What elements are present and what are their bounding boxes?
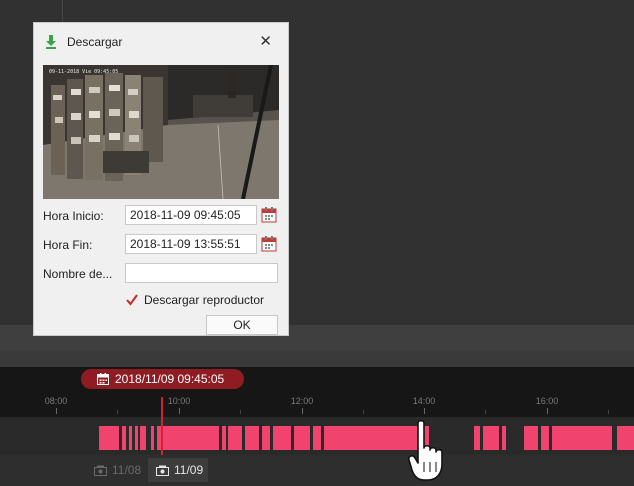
tick-mark	[547, 408, 548, 414]
download-player-checkbox[interactable]	[126, 294, 138, 306]
recording-segment[interactable]	[524, 426, 538, 450]
hand-cursor-icon	[408, 420, 443, 481]
tick-label: 10:00	[167, 396, 191, 406]
minor-tick	[608, 410, 609, 414]
tick-mark	[179, 408, 180, 414]
tick-mark	[302, 408, 303, 414]
recording-segment[interactable]	[483, 426, 499, 450]
start-time-label: Hora Inicio:	[43, 209, 104, 223]
tick-label: 08:00	[44, 396, 68, 406]
recording-segment[interactable]	[140, 426, 146, 450]
recording-segment[interactable]	[122, 426, 126, 450]
recording-segment[interactable]	[474, 426, 480, 450]
recording-segment[interactable]	[99, 426, 119, 450]
minor-tick	[485, 410, 486, 414]
file-name-input[interactable]	[125, 263, 278, 283]
start-time-field[interactable]: 2018-11-09 09:45:05	[125, 205, 257, 225]
tick-label: 12:00	[290, 396, 314, 406]
recording-segment[interactable]	[313, 426, 321, 450]
day-tab-label: 11/08	[112, 463, 142, 477]
tick-mark	[424, 408, 425, 414]
recording-segment[interactable]	[129, 426, 132, 450]
calendar-icon	[97, 373, 109, 385]
download-player-option[interactable]: Descargar reproductor	[126, 293, 264, 307]
tick-label: 14:00	[412, 396, 436, 406]
day-tab-label: 11/09	[174, 463, 204, 477]
current-time-text: 2018/11/09 09:45:05	[115, 372, 225, 386]
recording-segment[interactable]	[135, 426, 138, 450]
minor-tick	[240, 410, 241, 414]
file-name-label: Nombre de...	[43, 267, 113, 281]
dialog-title: Descargar	[67, 35, 123, 49]
recording-segment[interactable]	[541, 426, 549, 450]
recording-segment[interactable]	[502, 426, 506, 450]
folder-icon	[94, 465, 107, 476]
close-icon[interactable]: ✕	[259, 32, 272, 50]
recording-segment[interactable]	[228, 426, 242, 450]
recording-segment[interactable]	[151, 426, 154, 450]
day-tab-1109[interactable]: 11/09	[148, 458, 208, 482]
ok-button[interactable]: OK	[206, 315, 278, 335]
dialog-header: Descargar ✕	[34, 23, 288, 59]
tick-mark	[56, 408, 57, 414]
folder-icon	[156, 465, 169, 476]
recording-segment[interactable]	[222, 426, 226, 450]
playback-cursor[interactable]	[161, 397, 163, 455]
day-tab-1108[interactable]: 11/08	[94, 458, 141, 482]
tick-label: 16:00	[535, 396, 559, 406]
calendar-icon[interactable]	[261, 207, 277, 223]
recording-segment[interactable]	[294, 426, 310, 450]
minor-tick	[363, 410, 364, 414]
minor-tick	[117, 410, 118, 414]
current-time-badge: 2018/11/09 09:45:05	[81, 369, 244, 389]
divider	[62, 0, 63, 22]
video-preview: 09-11-2018 Vie 09:45:05	[43, 65, 279, 199]
download-player-label: Descargar reproductor	[144, 293, 265, 307]
recording-segment[interactable]	[552, 426, 612, 450]
time-ruler: 08:00 10:00 12:00 14:00 16:00	[0, 396, 634, 416]
recording-segment[interactable]	[273, 426, 291, 450]
recording-segment[interactable]	[617, 426, 634, 450]
recording-segment[interactable]	[157, 426, 219, 450]
svg-text:09-11-2018 Vie 09:45:05: 09-11-2018 Vie 09:45:05	[49, 69, 118, 75]
end-time-label: Hora Fin:	[43, 238, 93, 252]
download-icon	[46, 35, 56, 49]
camera-snapshot: 09-11-2018 Vie 09:45:05	[43, 65, 279, 199]
end-time-field[interactable]: 2018-11-09 13:55:51	[125, 234, 257, 254]
recording-segment[interactable]	[262, 426, 270, 450]
download-dialog: Descargar ✕ 09-11-2018 Vie 09:45:05 Hora…	[33, 22, 289, 336]
recording-segment[interactable]	[245, 426, 259, 450]
calendar-icon[interactable]	[261, 236, 277, 252]
